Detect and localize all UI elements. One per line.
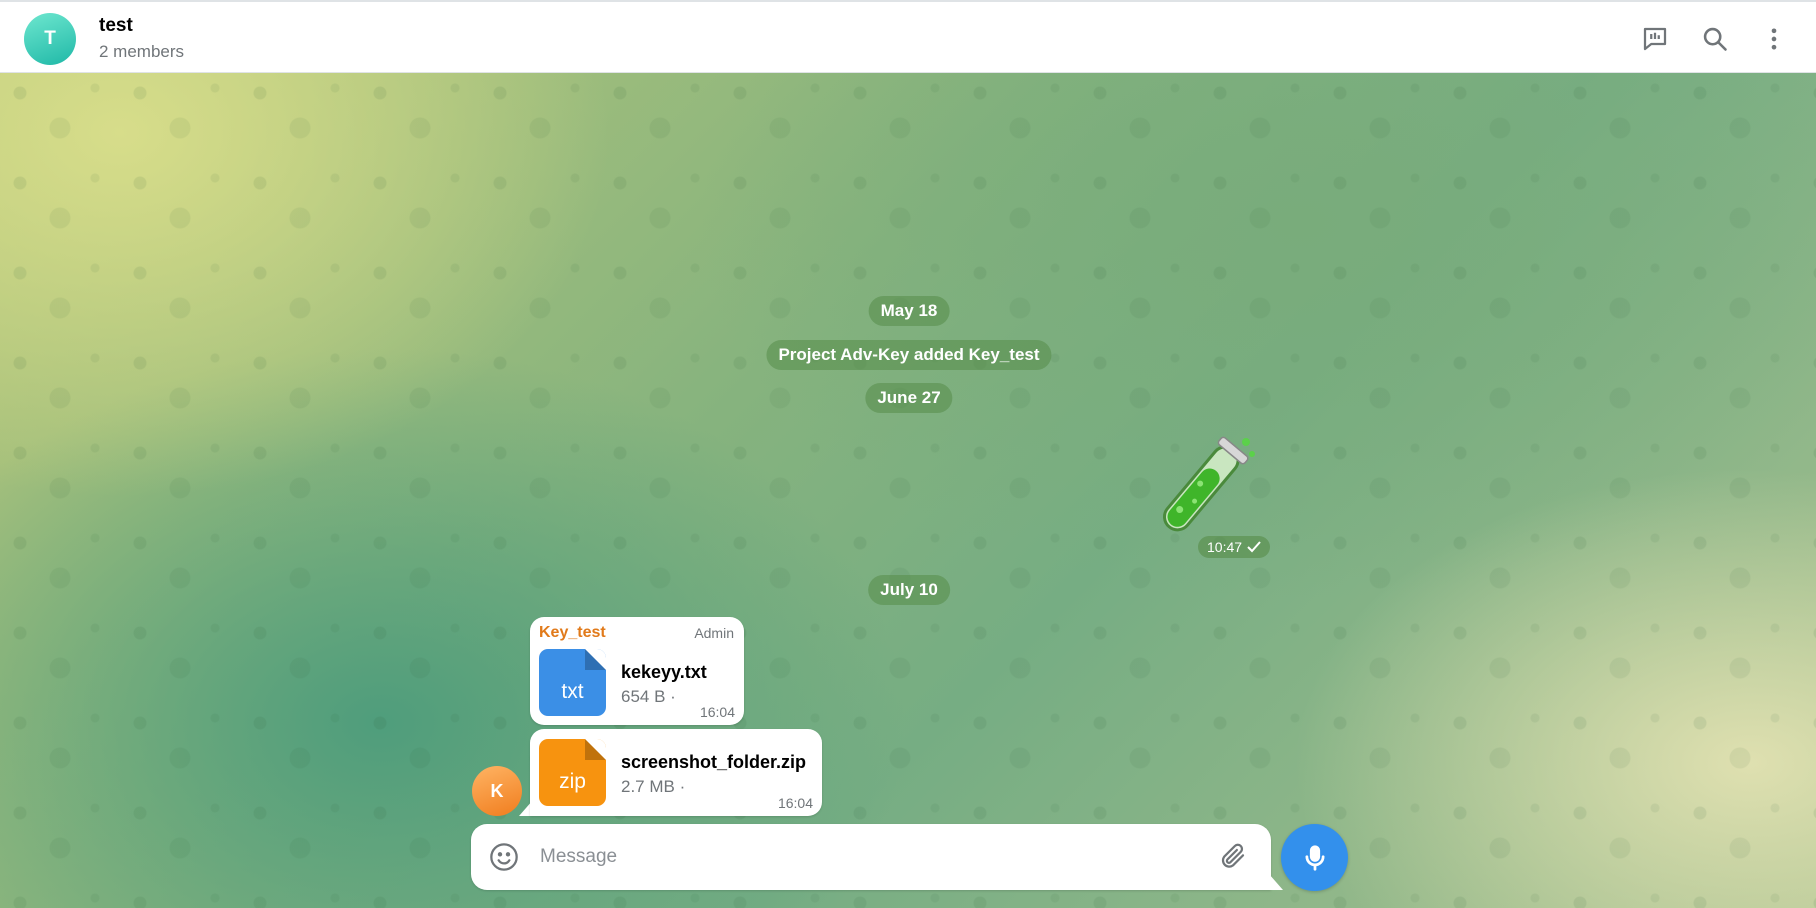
date-divider: May 18 — [868, 296, 950, 326]
paperclip-icon — [1221, 843, 1245, 868]
file-extension: txt — [561, 680, 584, 703]
live-stream-button[interactable] — [1636, 20, 1674, 58]
sender-name[interactable]: Key_test — [539, 624, 606, 642]
sticker-timestamp: 10:47 — [1198, 536, 1271, 558]
chat-background — [0, 73, 1816, 908]
sender-avatar[interactable]: K — [472, 766, 522, 816]
chat-title[interactable]: test — [99, 15, 133, 37]
message-input[interactable] — [540, 843, 1180, 871]
date-divider: June 27 — [865, 383, 953, 413]
search-icon — [1703, 27, 1727, 51]
check-icon — [1247, 541, 1261, 553]
message-bubble[interactable]: Key_test Admin txt kekeyy.txt 654 B · 16… — [530, 617, 744, 725]
test-tube-sticker[interactable] — [1140, 430, 1260, 550]
admin-badge: Admin — [694, 625, 734, 641]
chat-alert-icon — [1643, 27, 1667, 51]
file-name[interactable]: kekeyy.txt — [621, 662, 707, 683]
doodle-pattern — [0, 73, 1816, 908]
microphone-icon — [1305, 844, 1324, 871]
message-bubble[interactable]: zip screenshot_folder.zip 2.7 MB · 16:04 — [530, 729, 822, 816]
file-size: 654 B · — [621, 687, 676, 706]
file-extension: zip — [559, 770, 586, 793]
message-composer — [471, 824, 1271, 890]
voice-record-button[interactable] — [1281, 824, 1348, 891]
attach-button[interactable] — [1218, 841, 1250, 873]
document-icon[interactable]: txt — [539, 649, 606, 716]
date-divider: July 10 — [868, 575, 950, 605]
sticker-time-text: 10:47 — [1207, 539, 1243, 555]
service-message: Project Adv-Key added Key_test — [766, 340, 1052, 370]
chat-header: T test 2 members — [0, 0, 1816, 73]
archive-icon[interactable]: zip — [539, 739, 606, 806]
search-button[interactable] — [1696, 20, 1734, 58]
more-menu-button[interactable] — [1755, 20, 1793, 58]
chat-avatar[interactable]: T — [24, 13, 76, 65]
more-vertical-icon — [1771, 28, 1777, 50]
emoji-button[interactable] — [488, 841, 520, 873]
message-time: 16:04 — [699, 704, 735, 720]
smile-icon — [490, 843, 518, 871]
member-count: 2 members — [99, 42, 185, 61]
file-name[interactable]: screenshot_folder.zip — [621, 752, 806, 773]
file-size: 2.7 MB · — [621, 777, 686, 796]
message-time: 16:04 — [777, 795, 813, 811]
